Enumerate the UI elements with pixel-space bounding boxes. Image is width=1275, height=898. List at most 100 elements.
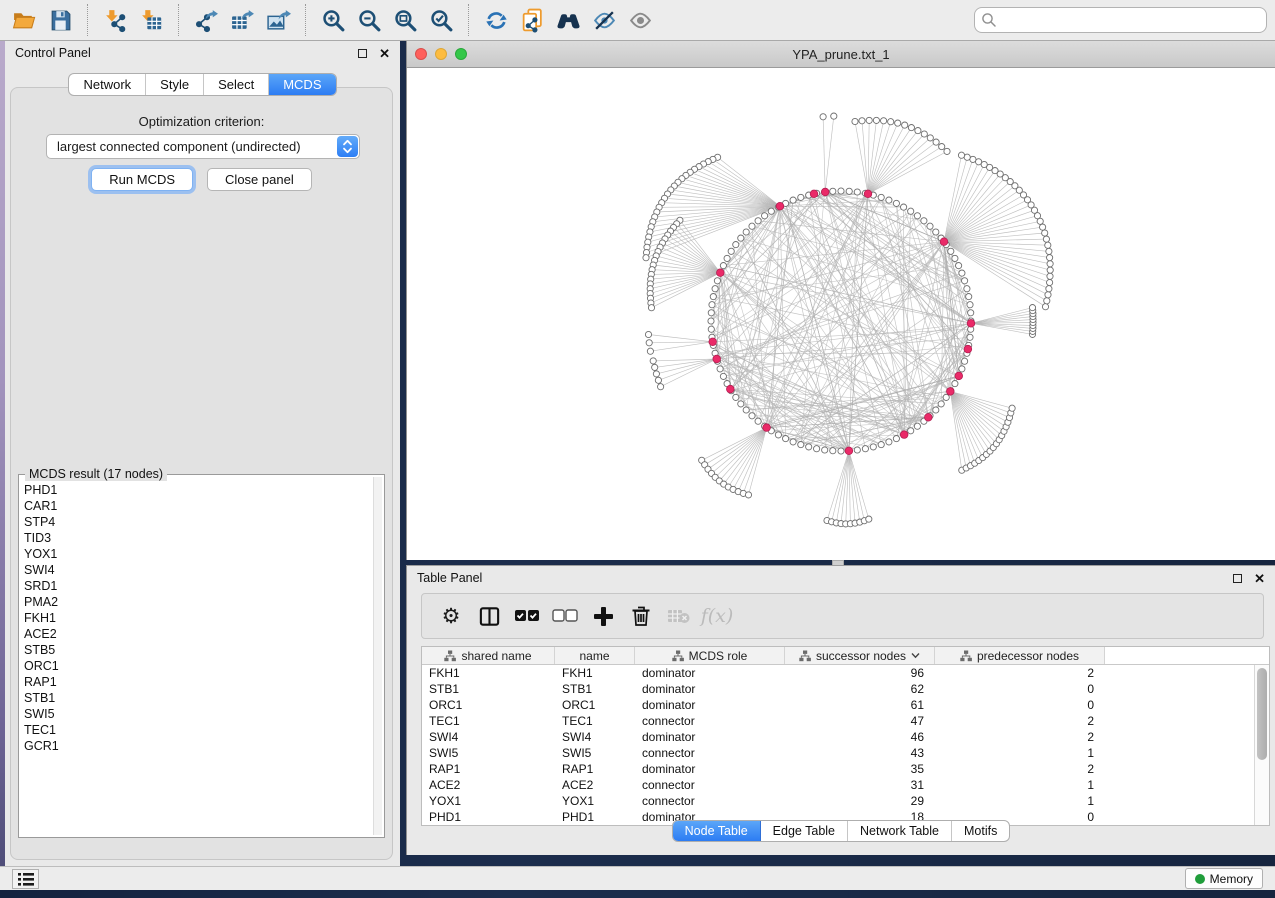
delete-table-icon	[662, 599, 696, 633]
close-panel-icon[interactable]: ✕	[379, 47, 390, 60]
table-row[interactable]: FKH1FKH1dominator962	[422, 665, 1254, 681]
tab-edge-table[interactable]: Edge Table	[761, 821, 848, 841]
table-row[interactable]: SWI5SWI5connector431	[422, 745, 1254, 761]
mcds-result-item[interactable]: STB1	[24, 690, 372, 706]
table-body: FKH1FKH1dominator962STB1STB1dominator620…	[422, 665, 1254, 825]
criterion-dropdown[interactable]: largest connected component (undirected)	[46, 134, 360, 159]
criterion-value: largest connected component (undirected)	[47, 139, 337, 154]
import-network-icon[interactable]	[97, 3, 133, 37]
cell-name: SWI4	[555, 730, 635, 744]
mcds-result-item[interactable]: RAP1	[24, 674, 372, 690]
export-table-icon[interactable]	[224, 3, 260, 37]
table-row[interactable]: ORC1ORC1dominator610	[422, 697, 1254, 713]
show-details-icon[interactable]	[622, 3, 658, 37]
cell-successor-nodes: 43	[785, 746, 935, 760]
cell-predecessor-nodes: 0	[935, 682, 1105, 696]
open-icon[interactable]	[6, 3, 42, 37]
cell-shared-name: FKH1	[422, 666, 555, 680]
mcds-result-item[interactable]: TEC1	[24, 722, 372, 738]
share-document-icon[interactable]	[514, 3, 550, 37]
mcds-result-item[interactable]: FKH1	[24, 610, 372, 626]
mcds-result-item[interactable]: STP4	[24, 514, 372, 530]
search-input[interactable]	[974, 7, 1267, 33]
table-row[interactable]: TEC1TEC1connector472	[422, 713, 1254, 729]
cell-MCDS-role: dominator	[635, 666, 785, 680]
mcds-result-item[interactable]: SWI4	[24, 562, 372, 578]
export-image-icon[interactable]	[260, 3, 296, 37]
cell-MCDS-role: connector	[635, 746, 785, 760]
close-table-panel-icon[interactable]: ✕	[1254, 572, 1265, 585]
cell-shared-name: YOX1	[422, 794, 555, 808]
add-icon[interactable]	[586, 599, 620, 633]
cell-predecessor-nodes: 2	[935, 762, 1105, 776]
control-panel: Control Panel ✕ Optimization criterion: …	[5, 41, 400, 866]
mcds-result-item[interactable]: STB5	[24, 642, 372, 658]
mcds-result-list[interactable]: PHD1CAR1STP4TID3YOX1SWI4SRD1PMA2FKH1ACE2…	[21, 477, 372, 835]
column-header-shared-name[interactable]: shared name	[422, 647, 555, 664]
mcds-result-item[interactable]: SRD1	[24, 578, 372, 594]
cell-predecessor-nodes: 1	[935, 746, 1105, 760]
toolbar-separator	[178, 4, 179, 36]
zoom-out-icon[interactable]	[351, 3, 387, 37]
export-network-icon[interactable]	[188, 3, 224, 37]
cell-MCDS-role: connector	[635, 714, 785, 728]
zoom-selected-icon[interactable]	[423, 3, 459, 37]
import-table-icon[interactable]	[133, 3, 169, 37]
hide-details-icon[interactable]	[586, 3, 622, 37]
delete-icon[interactable]	[624, 599, 658, 633]
tab-motifs[interactable]: Motifs	[952, 821, 1009, 841]
tab-network-table[interactable]: Network Table	[848, 821, 952, 841]
table-header-row: shared namenameMCDS rolesuccessor nodesp…	[422, 647, 1269, 665]
settings-icon[interactable]: ⚙	[434, 599, 468, 633]
tab-style[interactable]: Style	[146, 74, 204, 95]
table-panel-title: Table Panel	[417, 571, 482, 585]
network-window-titlebar[interactable]: YPA_prune.txt_1	[407, 41, 1275, 68]
tab-select[interactable]: Select	[204, 74, 269, 95]
save-icon[interactable]	[42, 3, 78, 37]
mcds-result-item[interactable]: TID3	[24, 530, 372, 546]
table-tabbar: Node TableEdge TableNetwork TableMotifs	[672, 820, 1011, 842]
deselect-all-icon[interactable]	[548, 599, 582, 633]
refresh-icon[interactable]	[478, 3, 514, 37]
network-canvas[interactable]	[407, 68, 1275, 560]
mcds-result-item[interactable]: SWI5	[24, 706, 372, 722]
close-panel-button[interactable]: Close panel	[207, 168, 312, 191]
mcds-result-item[interactable]: ORC1	[24, 658, 372, 674]
cell-MCDS-role: connector	[635, 794, 785, 808]
cell-name: FKH1	[555, 666, 635, 680]
mcds-result-item[interactable]: GCR1	[24, 738, 372, 754]
column-header-predecessor-nodes[interactable]: predecessor nodes	[935, 647, 1105, 664]
columns-icon[interactable]	[472, 599, 506, 633]
mcds-result-item[interactable]: PMA2	[24, 594, 372, 610]
tab-network[interactable]: Network	[69, 74, 146, 95]
run-mcds-button[interactable]: Run MCDS	[91, 168, 193, 191]
column-header-name[interactable]: name	[555, 647, 635, 664]
memory-button[interactable]: Memory	[1185, 868, 1263, 889]
tab-mcds[interactable]: MCDS	[269, 74, 335, 95]
cell-name: RAP1	[555, 762, 635, 776]
select-all-icon[interactable]	[510, 599, 544, 633]
show-panels-button[interactable]	[12, 869, 39, 889]
zoom-fit-icon[interactable]	[387, 3, 423, 37]
table-row[interactable]: STB1STB1dominator620	[422, 681, 1254, 697]
table-scrollbar-thumb[interactable]	[1257, 668, 1267, 760]
zoom-in-icon[interactable]	[315, 3, 351, 37]
mcds-result-item[interactable]: CAR1	[24, 498, 372, 514]
column-header-MCDS-role[interactable]: MCDS role	[635, 647, 785, 664]
search-network-icon[interactable]	[550, 3, 586, 37]
mcds-result-item[interactable]: ACE2	[24, 626, 372, 642]
table-scrollbar[interactable]	[1254, 665, 1269, 825]
mcds-result-item[interactable]: PHD1	[24, 482, 372, 498]
table-row[interactable]: RAP1RAP1dominator352	[422, 761, 1254, 777]
table-row[interactable]: YOX1YOX1connector291	[422, 793, 1254, 809]
cell-successor-nodes: 29	[785, 794, 935, 808]
column-header-successor-nodes[interactable]: successor nodes	[785, 647, 935, 664]
cell-successor-nodes: 61	[785, 698, 935, 712]
table-row[interactable]: ACE2ACE2connector311	[422, 777, 1254, 793]
float-table-panel-icon[interactable]	[1233, 574, 1242, 583]
tab-node-table[interactable]: Node Table	[673, 821, 761, 841]
mcds-result-scrollbar[interactable]	[373, 477, 382, 835]
float-panel-icon[interactable]	[358, 49, 367, 58]
mcds-result-item[interactable]: YOX1	[24, 546, 372, 562]
table-row[interactable]: SWI4SWI4dominator462	[422, 729, 1254, 745]
